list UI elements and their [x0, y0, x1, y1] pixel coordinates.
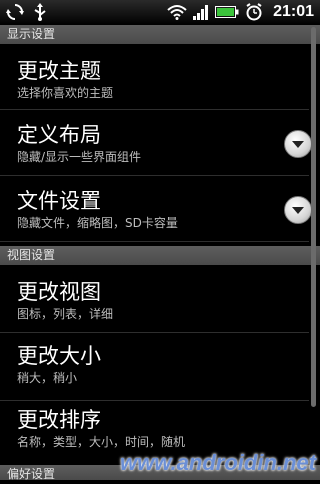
- section-header-display: 显示设置: [0, 25, 320, 44]
- item-subtitle: 隐藏/显示一些界面组件: [17, 150, 142, 164]
- list-item-file-settings[interactable]: 文件设置 隐藏文件，缩略图，SD卡容量: [0, 176, 312, 242]
- list-item-change-size[interactable]: 更改大小 稍大，稍小: [0, 333, 309, 401]
- sync-icon: [6, 3, 24, 21]
- item-title: 定义布局: [17, 123, 101, 147]
- usb-icon: [32, 3, 48, 21]
- item-subtitle: 稍大，稍小: [17, 371, 78, 385]
- item-title: 文件设置: [17, 189, 101, 213]
- watermark: www.androidin.net: [120, 450, 316, 475]
- alarm-icon: [245, 3, 263, 21]
- signal-icon: [193, 4, 209, 20]
- item-title: 更改排序: [17, 408, 101, 432]
- item-subtitle: 图标，列表，详细: [17, 307, 114, 321]
- clock: 21:01: [273, 3, 314, 20]
- scrollbar[interactable]: [311, 27, 316, 407]
- wifi-icon: [167, 4, 187, 20]
- chevron-down-icon[interactable]: [284, 196, 312, 224]
- item-subtitle: 选择你喜欢的主题: [17, 86, 114, 100]
- list-item-define-layout[interactable]: 定义布局 隐藏/显示一些界面组件: [0, 110, 312, 176]
- item-title: 更改视图: [17, 280, 101, 304]
- section-header-view: 视图设置: [0, 246, 320, 265]
- list-item-change-view[interactable]: 更改视图 图标，列表，详细: [0, 265, 309, 333]
- chevron-down-icon[interactable]: [284, 130, 312, 158]
- status-bar: 21:01: [0, 0, 320, 25]
- item-subtitle: 名称，类型，大小，时间，随机: [17, 435, 186, 449]
- item-title: 更改主题: [17, 59, 101, 83]
- item-title: 更改大小: [17, 344, 101, 368]
- battery-icon: [215, 5, 239, 19]
- list-item-change-theme[interactable]: 更改主题 选择你喜欢的主题: [0, 44, 309, 110]
- item-subtitle: 隐藏文件，缩略图，SD卡容量: [17, 216, 178, 230]
